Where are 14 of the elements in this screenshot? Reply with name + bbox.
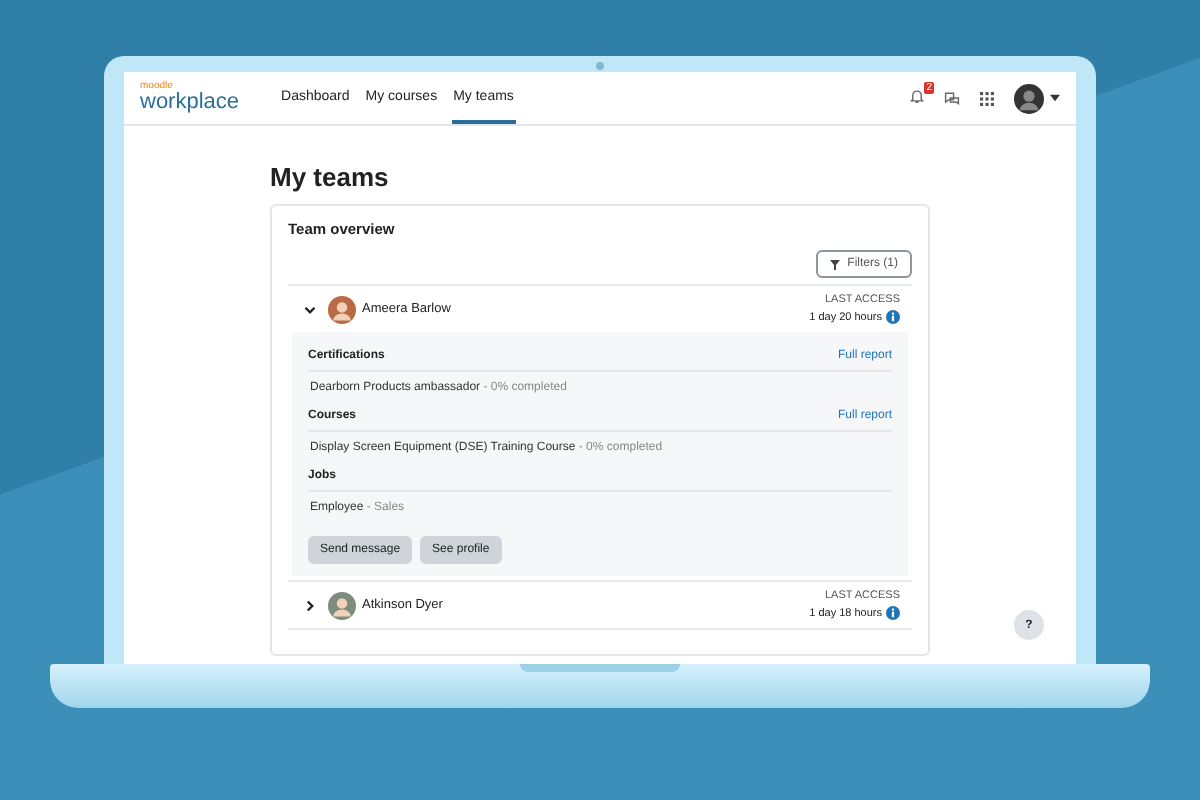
caret-icon[interactable] [1050, 94, 1060, 102]
avatar-icon [328, 295, 356, 323]
info-icon [886, 606, 900, 620]
chevron-icon[interactable] [300, 303, 320, 315]
avatar-icon[interactable] [1014, 83, 1044, 113]
avatar-icon [328, 591, 356, 619]
bell-icon[interactable] [910, 88, 924, 104]
info-icon [886, 310, 900, 324]
filter-icon [829, 259, 840, 269]
page-title: My teams [270, 162, 391, 192]
chat-icon[interactable] [944, 90, 960, 106]
grid-icon[interactable] [980, 91, 994, 105]
logo-text[interactable]: workplace [140, 92, 240, 114]
camera-icon [596, 62, 604, 70]
